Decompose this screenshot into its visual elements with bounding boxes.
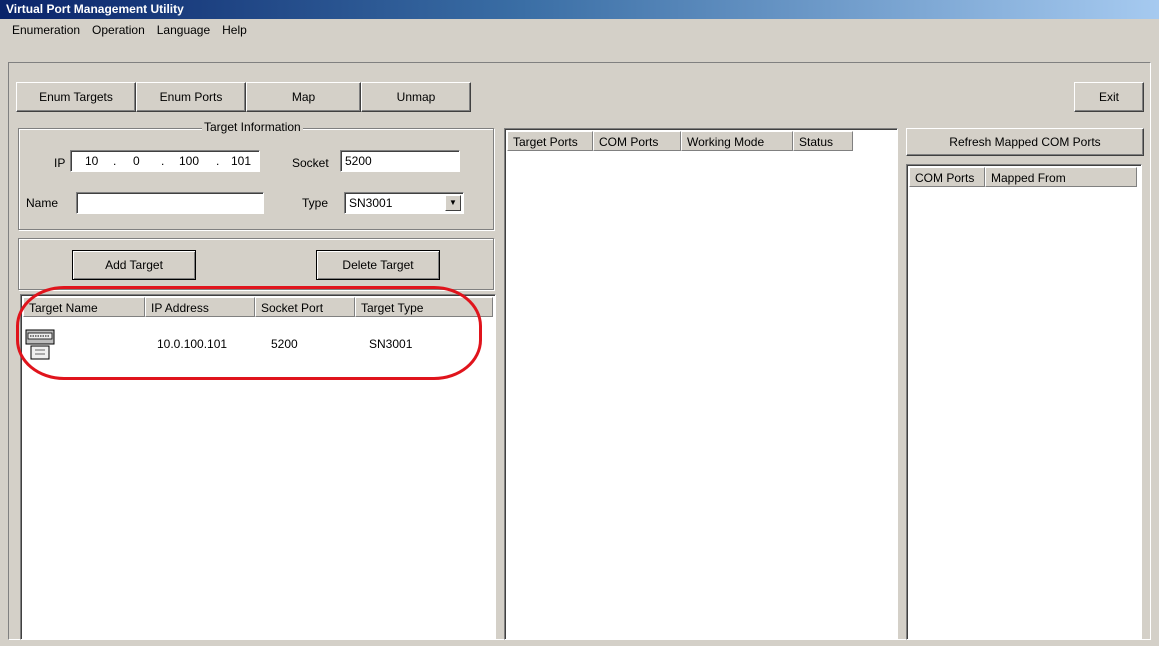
mapped-ports-list[interactable]: COM Ports Mapped From — [906, 164, 1142, 640]
ports-list-header: Target Ports COM Ports Working Mode Stat… — [507, 131, 853, 151]
type-label: Type — [302, 196, 329, 210]
column-socket-port[interactable]: Socket Port — [255, 297, 355, 317]
enum-targets-button[interactable]: Enum Targets — [16, 82, 136, 112]
ip-octet-4: 101 — [231, 154, 252, 168]
column-target-ports[interactable]: Target Ports — [507, 131, 593, 151]
column-ip-address[interactable]: IP Address — [145, 297, 255, 317]
chevron-down-icon[interactable]: ▼ — [445, 195, 461, 211]
target-information-group — [18, 128, 494, 230]
socket-input[interactable]: 5200 — [340, 150, 460, 172]
ip-dot: . — [161, 154, 165, 168]
target-ip-cell: 10.0.100.101 — [157, 337, 228, 351]
menu-bar: Enumeration Operation Language Help — [0, 19, 1159, 41]
ip-dot: . — [113, 154, 117, 168]
map-button[interactable]: Map — [246, 82, 361, 112]
type-select-value: SN3001 — [349, 196, 393, 210]
add-target-button[interactable]: Add Target — [72, 250, 196, 280]
ip-octet-3: 100 — [179, 154, 200, 168]
exit-button[interactable]: Exit — [1074, 82, 1144, 112]
name-input[interactable] — [76, 192, 264, 214]
delete-target-button[interactable]: Delete Target — [316, 250, 440, 280]
target-port-cell: 5200 — [271, 337, 298, 351]
name-label: Name — [26, 196, 59, 210]
refresh-mapped-com-ports-button[interactable]: Refresh Mapped COM Ports — [906, 128, 1144, 156]
type-select[interactable]: SN3001 ▼ — [344, 192, 464, 214]
device-icon — [25, 329, 55, 360]
column-working-mode[interactable]: Working Mode — [681, 131, 793, 151]
menu-operation[interactable]: Operation — [86, 21, 151, 39]
column-com-ports[interactable]: COM Ports — [909, 167, 985, 187]
ip-label: IP — [54, 156, 66, 170]
column-target-name[interactable]: Target Name — [23, 297, 145, 317]
target-type-cell: SN3001 — [369, 337, 413, 351]
target-information-title: Target Information — [202, 120, 303, 134]
mapped-list-header: COM Ports Mapped From — [909, 167, 1137, 187]
ip-octet-2: 0 — [133, 154, 140, 168]
socket-label: Socket — [292, 156, 329, 170]
ip-dot: . — [216, 154, 220, 168]
targets-list-header: Target Name IP Address Socket Port Targe… — [23, 297, 493, 317]
targets-list[interactable]: Target Name IP Address Socket Port Targe… — [20, 294, 496, 640]
column-status[interactable]: Status — [793, 131, 853, 151]
ports-list[interactable]: Target Ports COM Ports Working Mode Stat… — [504, 128, 898, 640]
menu-enumeration[interactable]: Enumeration — [6, 21, 86, 39]
enum-ports-button[interactable]: Enum Ports — [136, 82, 246, 112]
unmap-button[interactable]: Unmap — [361, 82, 471, 112]
ip-octet-1: 10 — [85, 154, 99, 168]
column-target-type[interactable]: Target Type — [355, 297, 493, 317]
menu-help[interactable]: Help — [216, 21, 253, 39]
column-com-ports[interactable]: COM Ports — [593, 131, 681, 151]
window-title: Virtual Port Management Utility — [0, 0, 1159, 19]
column-mapped-from[interactable]: Mapped From — [985, 167, 1137, 187]
menu-language[interactable]: Language — [151, 21, 216, 39]
ip-address-field[interactable]: 10 . 0 . 100 . 101 — [70, 150, 260, 172]
